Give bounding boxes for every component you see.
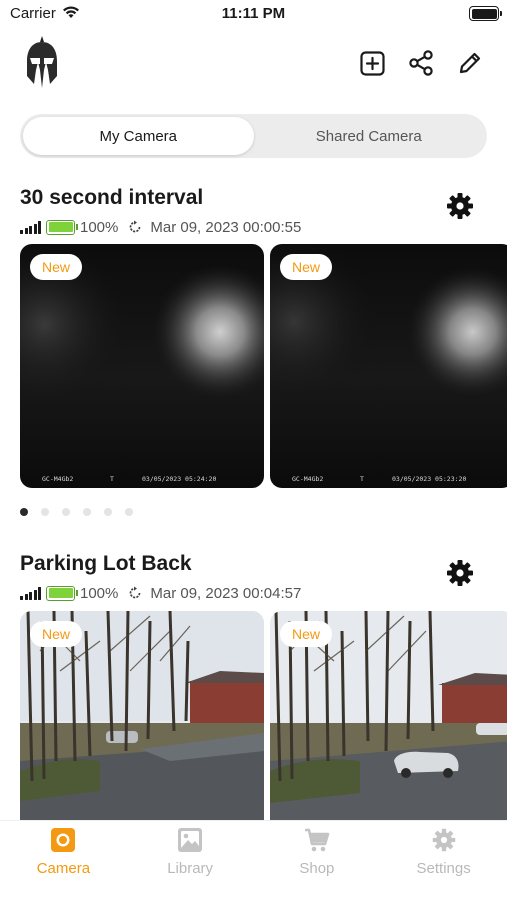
capture-datetime: 03/05/2023 05:23:20: [392, 475, 467, 483]
photo-thumbnail[interactable]: New: [270, 611, 507, 820]
battery-icon: [469, 6, 502, 21]
bottom-tab-bar: Camera Library Shop Settings: [0, 820, 507, 900]
page-dot[interactable]: [104, 508, 112, 516]
camera-settings-button[interactable]: [445, 558, 475, 588]
photo-caption: GC-M4Gb2 T 03/05/2023 05:24:20: [20, 470, 264, 488]
spartan-helmet-icon: [27, 36, 57, 88]
page-dot[interactable]: [62, 508, 70, 516]
refresh-icon: [128, 220, 142, 234]
capture-datetime: 03/05/2023 05:24:20: [142, 475, 217, 483]
share-icon: [409, 50, 433, 76]
tab-shared-camera[interactable]: Shared Camera: [254, 117, 485, 155]
new-badge: New: [280, 621, 333, 647]
photo-thumbnail[interactable]: New GC-M4Gb2 T 03/05/2023 05:23:20: [270, 244, 507, 488]
pencil-icon: [459, 52, 481, 74]
signal-strength-icon: [20, 220, 41, 234]
tab-label: Library: [167, 860, 214, 877]
photo-thumbnail[interactable]: New GC-M4Gb2 T 03/05/2023 05:24:20: [20, 244, 264, 488]
new-badge: New: [30, 621, 83, 647]
share-button[interactable]: [408, 50, 434, 76]
page-dot[interactable]: [83, 508, 91, 516]
capture-mode: T: [360, 475, 364, 483]
battery-percent: 100%: [80, 584, 119, 602]
tab-label: Camera: [36, 860, 91, 877]
camera-segment-control: My Camera Shared Camera: [20, 114, 487, 158]
carousel-page-indicator: [20, 508, 133, 516]
camera-model: GC-M4Gb2: [292, 475, 324, 483]
tab-library[interactable]: Library: [127, 821, 254, 900]
capture-mode: T: [110, 475, 114, 483]
tab-settings[interactable]: Settings: [380, 821, 507, 900]
photo-carousel: New New: [20, 611, 507, 820]
night-photo: [270, 244, 507, 488]
status-bar: Carrier 11:11 PM: [0, 0, 507, 30]
add-square-icon: [359, 50, 385, 76]
battery-percent: 100%: [80, 218, 119, 236]
page-dot[interactable]: [20, 508, 28, 516]
photo-caption: GC-M4Gb2 T 03/05/2023 05:23:20: [270, 470, 507, 488]
last-update-time: Mar 09, 2023 00:00:55: [150, 218, 302, 236]
tab-camera[interactable]: Camera: [0, 821, 127, 900]
camera-status-row: 100% Mar 09, 2023 00:00:55: [20, 218, 301, 236]
signal-strength-icon: [20, 586, 41, 600]
photo-carousel: New GC-M4Gb2 T 03/05/2023 05:24:20 New G…: [20, 244, 507, 488]
tab-label: Shop: [299, 860, 335, 877]
last-update-time: Mar 09, 2023 00:04:57: [150, 584, 302, 602]
battery-level-icon: [46, 219, 78, 235]
camera-status-row: 100% Mar 09, 2023 00:04:57: [20, 584, 301, 602]
tab-shop[interactable]: Shop: [254, 821, 381, 900]
tab-label: Settings: [416, 860, 471, 877]
camera-icon: [49, 826, 77, 854]
new-badge: New: [30, 254, 83, 280]
add-camera-button[interactable]: [359, 50, 385, 76]
new-badge: New: [280, 254, 333, 280]
cart-icon: [303, 826, 331, 854]
camera-settings-button[interactable]: [445, 191, 475, 221]
camera-model: GC-M4Gb2: [42, 475, 74, 483]
edit-button[interactable]: [457, 50, 483, 76]
gear-icon: [447, 560, 473, 586]
camera-title[interactable]: Parking Lot Back: [20, 552, 192, 576]
page-dot[interactable]: [41, 508, 49, 516]
gear-icon: [447, 193, 473, 219]
library-icon: [176, 826, 204, 854]
camera-title[interactable]: 30 second interval: [20, 186, 203, 210]
photo-thumbnail[interactable]: New: [20, 611, 264, 820]
night-photo: [20, 244, 264, 488]
page-dot[interactable]: [125, 508, 133, 516]
gear-icon: [430, 826, 458, 854]
tab-my-camera[interactable]: My Camera: [23, 117, 254, 155]
refresh-icon: [128, 586, 142, 600]
clock: 11:11 PM: [221, 5, 286, 22]
battery-pack-icon: [46, 585, 78, 601]
